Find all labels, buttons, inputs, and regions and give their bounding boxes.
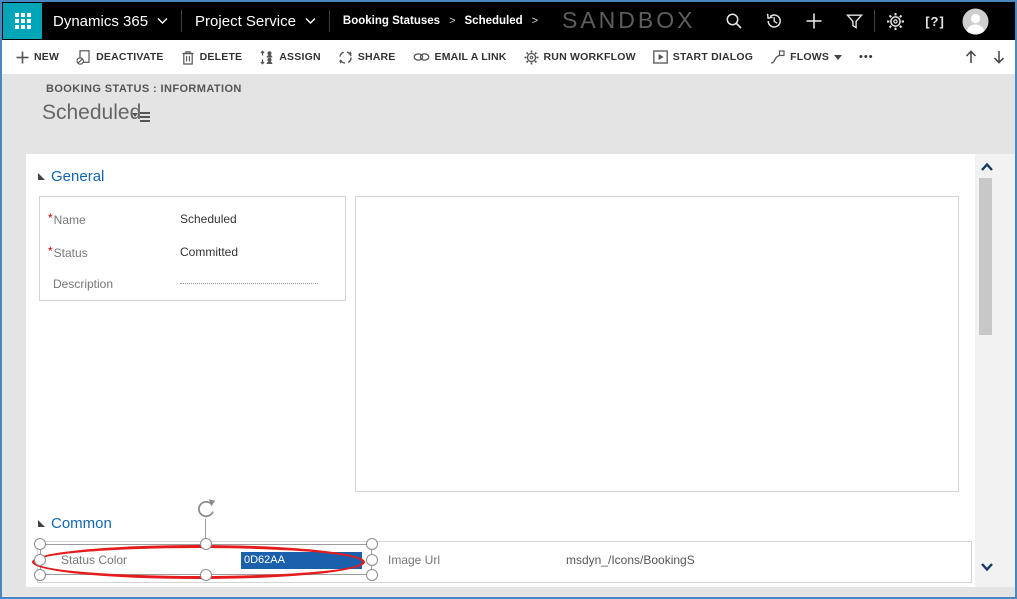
section-collapse-icon [38, 173, 45, 180]
field-label-name: *Name [48, 211, 86, 229]
topbar-divider [181, 10, 182, 32]
rotate-handle-icon[interactable] [194, 497, 217, 520]
command-bar: NEW DEACTIVATE DELETE ASSIGN [2, 40, 1015, 74]
help-icon[interactable]: [?] [915, 2, 955, 40]
required-marker: * [48, 244, 53, 258]
breadcrumb-separator: > [449, 15, 455, 27]
annotation-red-ellipse [32, 545, 365, 579]
field-value-image-url[interactable]: msdyn_/Icons/BookingS [566, 553, 695, 567]
link-icon [413, 51, 430, 63]
next-record-down-arrow-icon[interactable] [993, 50, 1005, 64]
field-value-description-empty[interactable] [180, 273, 318, 284]
new-button[interactable]: NEW [16, 51, 59, 64]
selection-handle-mid-right[interactable] [366, 554, 378, 566]
flows-icon [770, 50, 785, 64]
flows-dropdown-chevron-icon [834, 55, 842, 60]
record-header-band: BOOKING STATUS : INFORMATION Scheduled [2, 74, 1015, 154]
record-title: Scheduled [42, 101, 141, 125]
trash-icon [181, 50, 195, 65]
field-value-status[interactable]: Committed [180, 245, 238, 259]
field-value-name[interactable]: Scheduled [180, 212, 237, 226]
selection-handle-top-left[interactable] [34, 538, 46, 550]
waffle-icon [15, 13, 31, 29]
app-title[interactable]: Dynamics 365 [53, 13, 148, 30]
breadcrumb-record[interactable]: Scheduled [465, 15, 523, 27]
deactivate-icon [76, 50, 91, 65]
selection-handle-top-center[interactable] [200, 538, 212, 550]
scroll-up-chevron-icon[interactable] [980, 162, 994, 172]
entity-type-label: BOOKING STATUS : INFORMATION [46, 83, 242, 95]
settings-gear-icon[interactable] [875, 2, 915, 40]
top-nav-bar: Dynamics 365 Project Service Booking Sta… [2, 2, 1015, 40]
share-button[interactable]: SHARE [338, 50, 396, 65]
field-label-status: *Status [48, 244, 88, 262]
section-title: General [51, 168, 104, 185]
section-title: Common [51, 515, 112, 532]
field-label-description: Description [53, 277, 113, 291]
user-avatar[interactable] [955, 2, 995, 40]
vertical-scrollbar[interactable] [975, 154, 1015, 587]
selection-handle-bottom-right[interactable] [366, 569, 378, 581]
deactivate-button[interactable]: DEACTIVATE [76, 50, 164, 65]
scrollbar-thumb[interactable] [979, 178, 992, 335]
record-navigation [965, 40, 1005, 74]
section-header-general[interactable]: General [38, 168, 104, 185]
app-chevron-down-icon[interactable] [157, 17, 168, 25]
general-fields-box: *Name Scheduled *Status Committed Descri… [39, 196, 346, 301]
selection-handle-bottom-left[interactable] [34, 569, 46, 581]
email-link-button[interactable]: EMAIL A LINK [413, 51, 507, 63]
create-record-plus-icon[interactable] [794, 2, 834, 40]
search-icon[interactable] [714, 2, 754, 40]
bottom-strip [2, 587, 1015, 599]
assign-button[interactable]: ASSIGN [259, 50, 320, 65]
filter-icon[interactable] [834, 2, 874, 40]
more-commands-button[interactable]: ••• [859, 51, 874, 63]
environment-watermark: SANDBOX [562, 7, 695, 34]
breadcrumb: Booking Statuses > Scheduled > [343, 15, 538, 27]
selection-handle-top-right[interactable] [366, 538, 378, 550]
run-workflow-button[interactable]: RUN WORKFLOW [524, 50, 636, 65]
assign-icon [259, 50, 274, 65]
workflow-gear-icon [524, 50, 539, 65]
module-title[interactable]: Project Service [195, 13, 296, 30]
form-selector-icon[interactable] [132, 112, 150, 122]
flows-button[interactable]: FLOWS [770, 50, 842, 64]
app-launcher-button[interactable] [3, 3, 42, 39]
selection-handle-bottom-center[interactable] [200, 569, 212, 581]
recently-viewed-icon[interactable] [754, 2, 794, 40]
module-chevron-down-icon[interactable] [305, 17, 316, 25]
selection-handle-mid-left[interactable] [34, 554, 46, 566]
app-window: Dynamics 365 Project Service Booking Sta… [0, 0, 1017, 599]
scroll-down-chevron-icon[interactable] [980, 562, 994, 572]
previous-record-up-arrow-icon[interactable] [965, 50, 977, 64]
plus-icon [16, 51, 29, 64]
start-dialog-icon [653, 50, 668, 64]
section-header-common[interactable]: Common [38, 515, 112, 532]
section-collapse-icon [38, 520, 45, 527]
general-empty-box [355, 196, 959, 492]
start-dialog-button[interactable]: START DIALOG [653, 50, 753, 64]
field-label-image-url: Image Url [388, 553, 440, 567]
breadcrumb-entity[interactable]: Booking Statuses [343, 15, 440, 27]
share-icon [338, 50, 353, 65]
delete-button[interactable]: DELETE [181, 50, 243, 65]
topbar-icon-group: [?] [714, 2, 995, 40]
form-panel: General *Name Scheduled *Status Committe… [26, 154, 975, 587]
breadcrumb-separator: > [532, 15, 538, 27]
topbar-divider [329, 10, 330, 32]
required-marker: * [48, 211, 53, 225]
